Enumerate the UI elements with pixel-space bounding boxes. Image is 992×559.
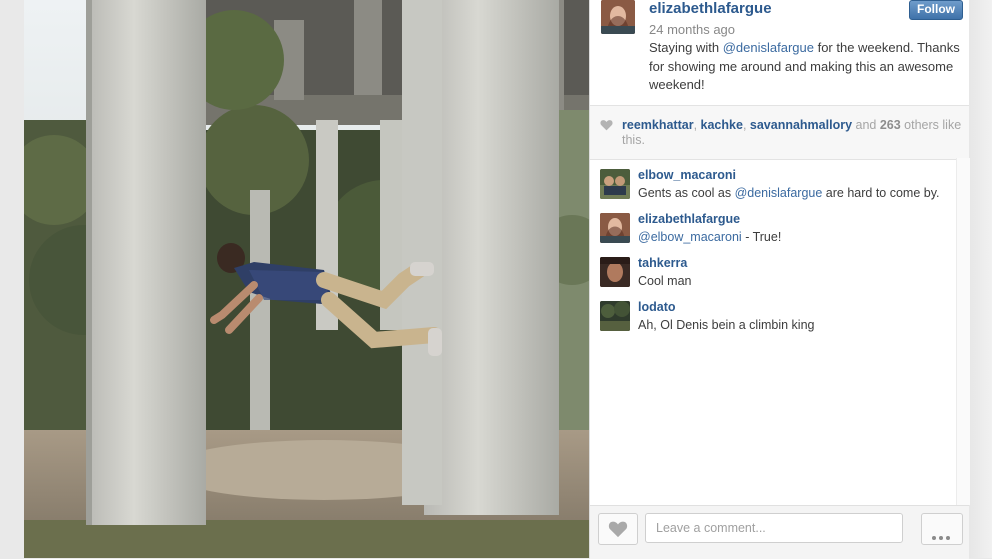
liker-savannahmallory[interactable]: savannahmallory bbox=[750, 118, 852, 132]
commenter-avatar[interactable] bbox=[600, 213, 630, 243]
comment-mention[interactable]: @elbow_macaroni bbox=[638, 230, 742, 244]
comment-text-after: - True! bbox=[741, 230, 782, 244]
post-detail-panel: elizabethlafargue Follow 24 months ago S… bbox=[589, 0, 970, 559]
comment-text: Gents as cool as @denislafargue are hard… bbox=[638, 186, 940, 200]
commenter-avatar[interactable] bbox=[600, 169, 630, 199]
comment-input[interactable] bbox=[645, 513, 903, 543]
post-caption: Staying with @denislafargue for the week… bbox=[649, 39, 961, 95]
comments-scrollbar[interactable] bbox=[956, 158, 970, 505]
caption-text-before: Staying with bbox=[649, 40, 723, 55]
comment-item: lodato Ah, Ol Denis bein a climbin king bbox=[590, 290, 956, 334]
more-options-button[interactable] bbox=[921, 513, 963, 545]
commenter-avatar-image bbox=[600, 169, 630, 199]
commenter-avatar-image bbox=[600, 213, 630, 243]
comment-text-before: Ah, Ol Denis bein a climbin king bbox=[638, 318, 815, 332]
post-photo-image bbox=[24, 0, 589, 558]
comment-text-before: Cool man bbox=[638, 274, 692, 288]
comment-username[interactable]: elbow_macaroni bbox=[638, 168, 736, 182]
commenter-avatar[interactable] bbox=[600, 301, 630, 331]
comment-item: tahkerra Cool man bbox=[590, 246, 956, 290]
like-button[interactable] bbox=[598, 513, 638, 545]
post-photo bbox=[24, 0, 589, 558]
comment-text: @elbow_macaroni - True! bbox=[638, 230, 781, 244]
commenter-avatar-image bbox=[600, 257, 630, 287]
likes-separator: , bbox=[742, 118, 750, 132]
likes-summary: reemkhattar, kachke, savannahmallory and… bbox=[622, 118, 962, 148]
liker-kachke[interactable]: kachke bbox=[701, 118, 743, 132]
liker-reemkhattar[interactable]: reemkhattar bbox=[622, 118, 694, 132]
more-dots-icon bbox=[932, 527, 953, 545]
comments-list: elbow_macaroni Gents as cool as @denisla… bbox=[590, 158, 956, 505]
comment-footer bbox=[590, 505, 969, 559]
author-username[interactable]: elizabethlafargue bbox=[649, 0, 772, 17]
follow-button[interactable]: Follow bbox=[909, 0, 963, 20]
comment-username[interactable]: lodato bbox=[638, 300, 676, 314]
comment-item: elbow_macaroni Gents as cool as @denisla… bbox=[590, 158, 956, 202]
comment-text-after: are hard to come by. bbox=[822, 186, 940, 200]
likes-and-text: and bbox=[852, 118, 880, 132]
caption-mention[interactable]: @denislafargue bbox=[723, 40, 814, 55]
post-header: elizabethlafargue Follow 24 months ago S… bbox=[590, 0, 969, 105]
author-avatar-image bbox=[601, 0, 635, 34]
author-avatar[interactable] bbox=[601, 0, 635, 34]
comment-text: Ah, Ol Denis bein a climbin king bbox=[638, 318, 814, 332]
post-timestamp: 24 months ago bbox=[649, 22, 736, 37]
comment-username[interactable]: tahkerra bbox=[638, 256, 687, 270]
likes-bar: reemkhattar, kachke, savannahmallory and… bbox=[590, 105, 969, 160]
page-background-right bbox=[968, 0, 992, 558]
likes-separator: , bbox=[693, 118, 701, 132]
comment-text: Cool man bbox=[638, 274, 692, 288]
commenter-avatar[interactable] bbox=[600, 257, 630, 287]
commenter-avatar-image bbox=[600, 301, 630, 331]
comment-text-before: Gents as cool as bbox=[638, 186, 735, 200]
comment-item: elizabethlafargue @elbow_macaroni - True… bbox=[590, 202, 956, 246]
heart-icon bbox=[608, 521, 628, 538]
likes-count[interactable]: 263 bbox=[880, 118, 901, 132]
comment-mention[interactable]: @denislafargue bbox=[735, 186, 823, 200]
heart-icon bbox=[600, 120, 613, 131]
comment-username[interactable]: elizabethlafargue bbox=[638, 212, 740, 226]
